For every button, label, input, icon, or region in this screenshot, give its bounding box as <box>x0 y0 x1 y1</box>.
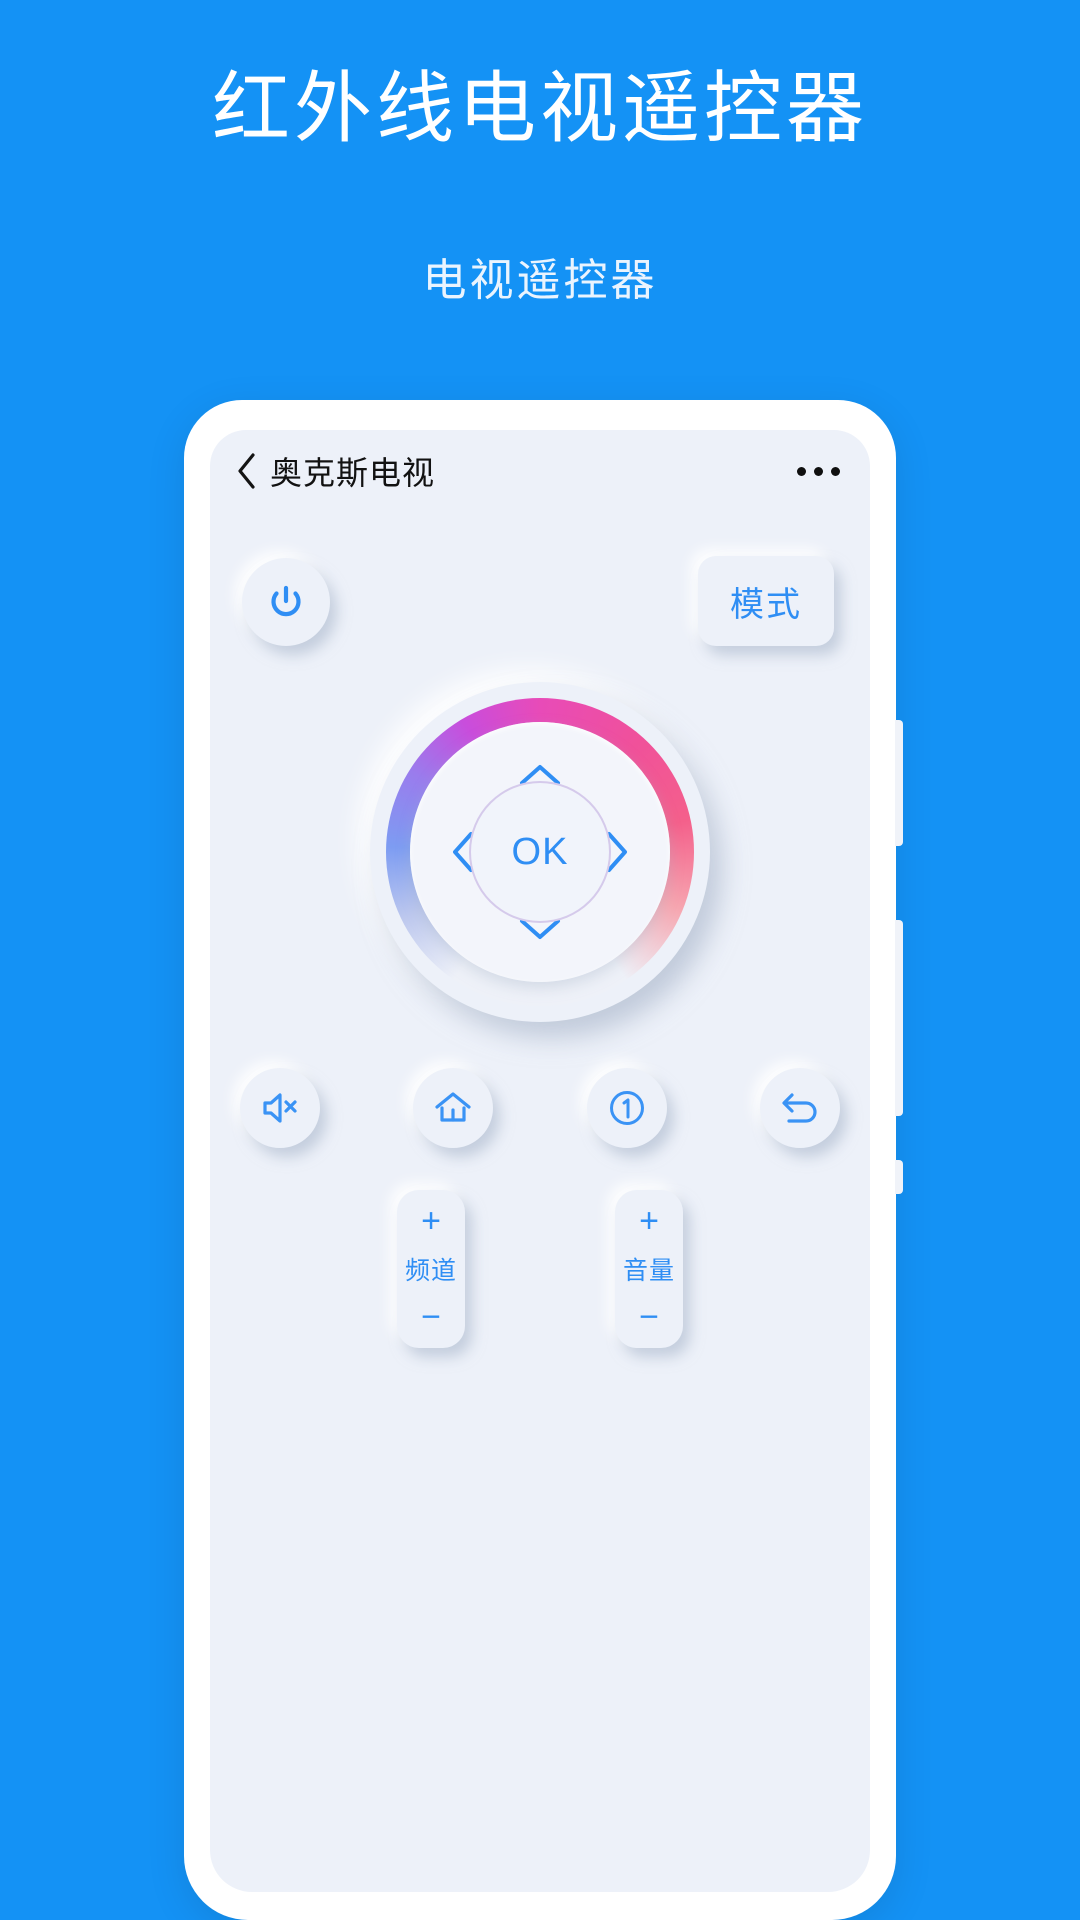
return-arrow-icon <box>779 1089 821 1127</box>
channel-rocker[interactable]: + 频道 − <box>397 1190 465 1348</box>
circled-one-icon <box>607 1088 647 1128</box>
function-row <box>210 1068 870 1148</box>
dpad: OK <box>370 682 710 1022</box>
more-horizontal-icon[interactable] <box>795 457 842 486</box>
phone-screen: 奥克斯电视 模式 OK + 频道 − + 音量 − <box>210 430 870 1892</box>
page-title: 红外线电视遥控器 <box>211 64 868 152</box>
app-bar-title: 奥克斯电视 <box>270 455 436 491</box>
mode-button-label: 模式 <box>730 585 802 624</box>
home-icon <box>433 1089 473 1127</box>
phone-mockup: 奥克斯电视 模式 OK + 频道 − + 音量 − <box>184 400 903 1920</box>
speaker-mute-icon <box>260 1090 300 1126</box>
phone-side-button-1 <box>895 720 903 846</box>
back-button[interactable] <box>759 1068 840 1148</box>
power-icon <box>264 580 308 624</box>
phone-side-button-3 <box>895 1160 903 1194</box>
ok-button[interactable]: OK <box>469 781 611 923</box>
chevron-left-icon[interactable] <box>232 449 262 493</box>
phone-side-button-2 <box>895 920 903 1116</box>
home-button[interactable] <box>413 1068 494 1148</box>
power-button[interactable] <box>242 558 330 646</box>
volume-rocker[interactable]: + 音量 − <box>615 1190 683 1348</box>
rocker-row: + 频道 − + 音量 − <box>210 1190 870 1348</box>
app-bar: 奥克斯电视 <box>210 430 870 512</box>
channel-minus-button[interactable]: − <box>421 1300 441 1334</box>
volume-rocker-label: 音量 <box>622 1257 675 1285</box>
info-button[interactable] <box>586 1068 667 1148</box>
ok-button-label: OK <box>511 830 569 873</box>
volume-minus-button[interactable]: − <box>639 1300 659 1334</box>
channel-rocker-label: 频道 <box>404 1257 457 1285</box>
page-subtitle: 电视遥控器 <box>422 256 658 305</box>
mute-button[interactable] <box>240 1068 320 1148</box>
mode-button[interactable]: 模式 <box>698 556 834 646</box>
volume-plus-button[interactable]: + <box>639 1204 659 1238</box>
channel-plus-button[interactable]: + <box>421 1204 441 1238</box>
